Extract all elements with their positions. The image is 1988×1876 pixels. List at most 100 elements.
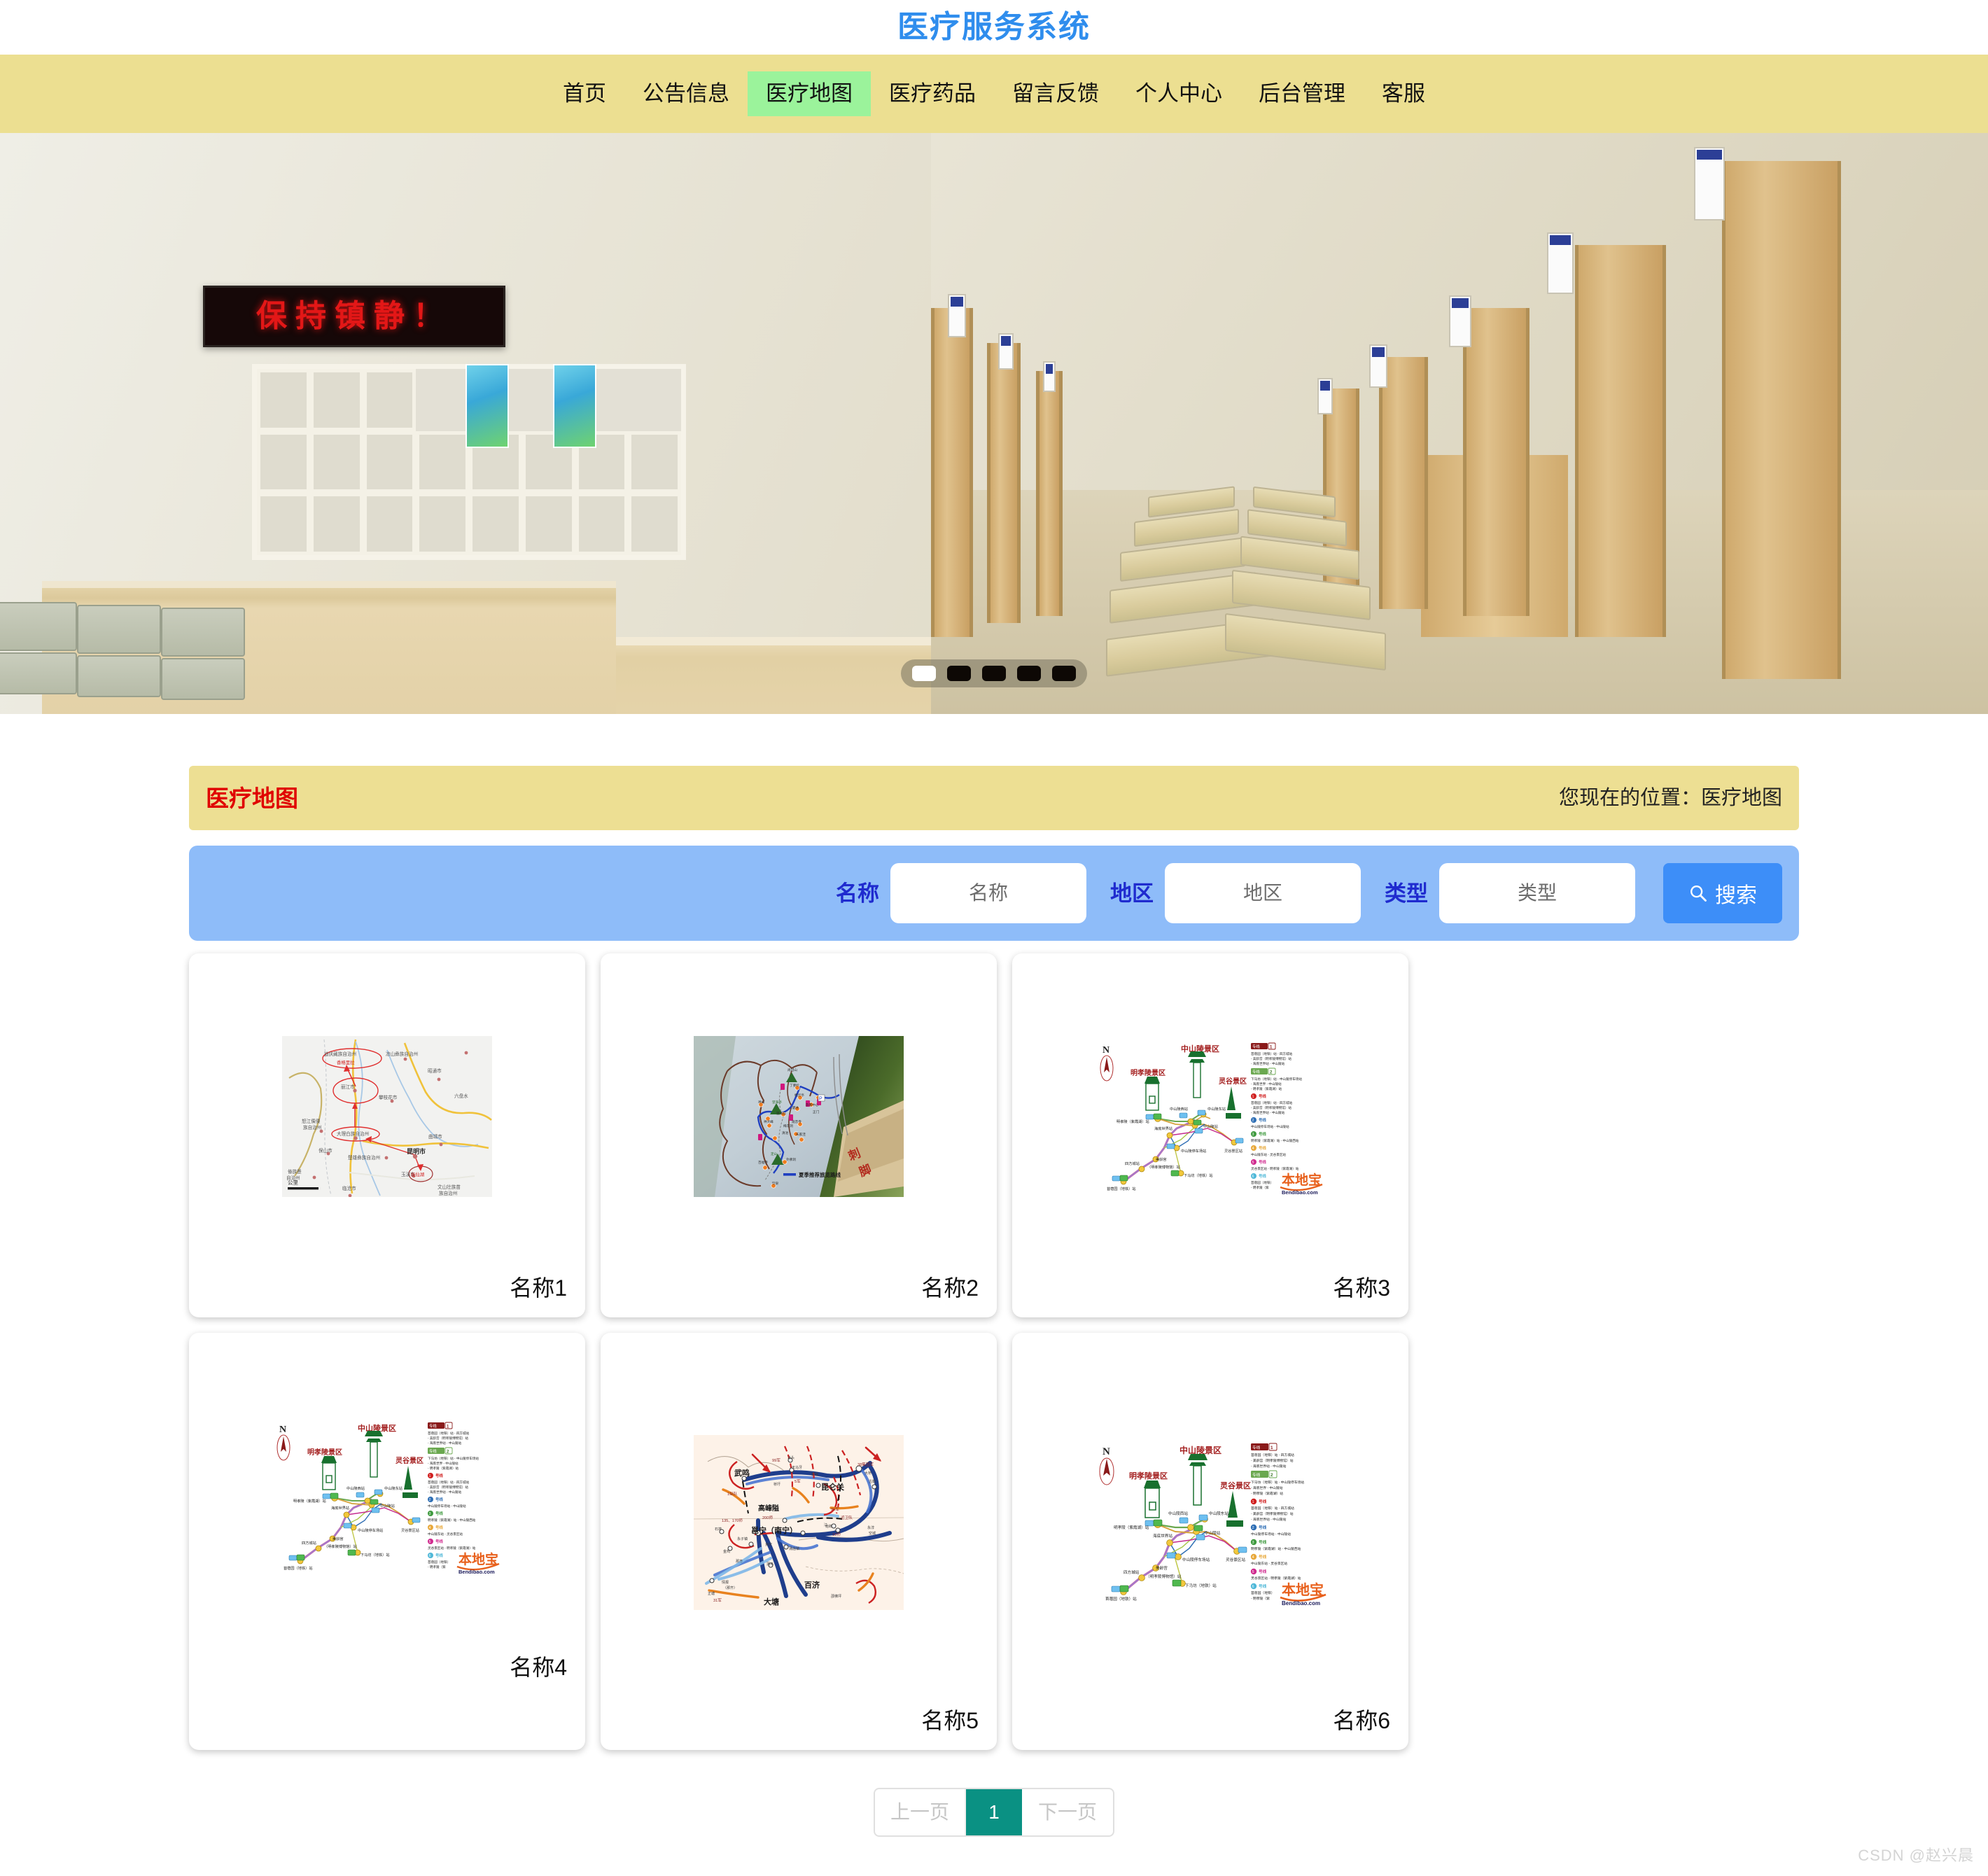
breadcrumb: 您现在的位置：医疗地图 [1558,786,1782,809]
svg-text:号线: 号线 [1259,1583,1267,1589]
map-card[interactable]: N 中山陵景区 明孝陵景区 灵谷景区 中山陵西站 中山陵东站 中山陵站 明孝陵（… [1012,1333,1408,1750]
page-root: 医疗服务系统 首页 公告信息 医疗地图 医疗药品 留言反馈 个人中心 后台管理 … [0,0,1988,1876]
svg-text:- 明孝陵（紫: - 明孝陵（紫 [1251,1185,1269,1190]
svg-text:6: 6 [1252,1175,1254,1179]
content-container: 医疗地图 您现在的位置：医疗地图 名称 地区 类型 搜索 [189,766,1799,1876]
svg-text:灵谷景区站: 灵谷景区站 [401,1527,419,1533]
svg-text:昭通市: 昭通市 [428,1068,442,1074]
svg-text:苜蓿园（地铁）站 - 四方城站: 苜蓿园（地铁）站 - 四方城站 [428,1480,470,1485]
svg-text:中山陵停车场站 - 中山陵站: 中山陵停车场站 - 中山陵站 [428,1504,466,1508]
svg-text:号线: 号线 [1259,1093,1266,1099]
svg-text:Bendibao.com: Bendibao.com [1282,1189,1318,1196]
nav-item-admin[interactable]: 后台管理 [1240,71,1364,116]
nav-item-announcements[interactable]: 公告信息 [624,71,748,116]
svg-text:（明孝陵博物馆）站: （明孝陵博物馆）站 [1146,1574,1182,1579]
svg-text:下马坊（地铁）站: 下马坊（地铁）站 [1185,1583,1217,1588]
map-card[interactable]: 刺 脚 P 尚冠山 丁婆岭 栖灵亭 神山 望海亭 望海石 神犬峰 磨井 观音寺 … [601,953,997,1317]
svg-text:磨井: 磨井 [792,1105,799,1110]
svg-text:望海亭: 望海亭 [772,1100,782,1105]
svg-text:马头: 马头 [788,1455,794,1460]
svg-text:（明孝陵博物馆）站: （明孝陵博物馆）站 [1147,1164,1180,1170]
svg-text:- 美龄宫（明孝陵博物馆）站: - 美龄宫（明孝陵博物馆）站 [1251,1056,1292,1061]
nav-item-medicines[interactable]: 医疗药品 [871,71,994,116]
svg-text:- 美龄宫（明孝陵博物馆）站: - 美龄宫（明孝陵博物馆）站 [1251,1458,1294,1463]
battle-map-graphic: 武鸣 昆仑关 高峰隘 邕宁（南宁） 百济 大塘 99军 5军 99军 135、1… [694,1435,904,1610]
svg-text:天马牙: 天马牙 [792,1465,802,1470]
svg-text:族自治州: 族自治州 [303,1124,321,1130]
svg-text:外佛洞: 外佛洞 [786,1157,796,1162]
map-card-label: 名称6 [1333,1708,1390,1733]
svg-text:大桥: 大桥 [864,1471,872,1476]
svg-text:1纵队: 1纵队 [727,1491,738,1497]
svg-text:明孝陵（紫霞湖）站: 明孝陵（紫霞湖）站 [293,1498,326,1504]
svg-text:中山陵西站: 中山陵西站 [1168,1511,1188,1516]
map-card[interactable]: 迪庆藏族自治州 凉山彝族自治州 昭通市 丽江市 攀枝花市 六盘水 怒江傈僳 族自… [189,953,585,1317]
carousel-dot-2[interactable] [947,666,971,681]
svg-text:栖灵亭: 栖灵亭 [794,1093,804,1098]
search-type-input[interactable] [1439,863,1635,923]
carousel-dot-1[interactable] [912,666,936,681]
svg-text:2: 2 [1252,1526,1254,1530]
carousel-dot-5[interactable] [1052,666,1076,681]
svg-text:Bendibao.com: Bendibao.com [1282,1600,1320,1606]
nav-item-customer-service[interactable]: 客服 [1364,71,1443,116]
nav-item-home[interactable]: 首页 [545,71,624,116]
search-button[interactable]: 搜索 [1663,863,1782,923]
svg-text:中山陵站: 中山陵站 [380,1503,395,1508]
svg-text:号线: 号线 [1259,1117,1266,1123]
svg-text:大塘: 大塘 [764,1597,779,1606]
svg-text:古勒: 古勒 [869,1479,876,1484]
search-name-input[interactable] [890,863,1086,923]
svg-text:灵谷景区: 灵谷景区 [1220,1480,1251,1490]
map-card-image: 迪庆藏族自治州 凉山彝族自治州 昭通市 丽江市 攀枝花市 六盘水 怒江傈僳 族自… [202,966,573,1267]
name-filter-label: 名称 [836,881,879,906]
hospital-interior-image: 保持镇静！ [0,133,1988,714]
svg-text:1: 1 [429,1474,431,1478]
svg-text:号线: 号线 [1259,1525,1267,1530]
room-number-sign [1449,295,1471,347]
search-icon [1690,886,1707,902]
room-number-sign [1547,232,1574,294]
svg-text:- 海底世界 - 中山陵站: - 海底世界 - 中山陵站 [428,1461,458,1466]
svg-text:N: N [1102,1045,1110,1056]
svg-text:苜蓿园（地铁）: 苜蓿园（地铁） [1251,1590,1275,1595]
pagination-next[interactable]: 下一页 [1022,1789,1113,1835]
svg-text:观音寺: 观音寺 [792,1119,802,1124]
svg-text:邵佛坪: 邵佛坪 [831,1594,841,1599]
svg-text:- 海底世界站 - 中山陵站: - 海底世界站 - 中山陵站 [428,1490,462,1494]
map-card-label: 名称5 [921,1708,979,1733]
map-card[interactable]: 武鸣 昆仑关 高峰隘 邕宁（南宁） 百济 大塘 99军 5军 99军 135、1… [601,1333,997,1750]
carousel-dot-3[interactable] [982,666,1006,681]
svg-text:4: 4 [1252,1147,1254,1151]
map-card[interactable]: N 中山陵景区 明孝陵景区 灵谷景区 中山陵西站 中山陵东站 中山陵站 明孝陵（… [1012,953,1408,1317]
svg-text:下马坊（地铁）站 - 中山陵停车场站: 下马坊（地铁）站 - 中山陵停车场站 [428,1456,479,1461]
nav-item-feedback[interactable]: 留言反馈 [994,71,1117,116]
svg-text:专线: 专线 [429,1423,437,1429]
svg-text:美龄宫: 美龄宫 [1156,1156,1167,1162]
svg-text:号线: 号线 [435,1473,443,1478]
svg-text:中山陵西站: 中山陵西站 [346,1485,365,1491]
nav-item-user-center[interactable]: 个人中心 [1117,71,1240,116]
map-card-image: N 中山陵景区 明孝陵景区 灵谷景区 中山陵西站 中山陵东站 中山陵站 明孝陵（… [202,1345,573,1646]
svg-text:曲靖市: 曲靖市 [428,1133,442,1140]
svg-text:号线: 号线 [1259,1499,1267,1504]
pagination-page-1[interactable]: 1 [966,1789,1022,1835]
room-number-sign [1317,378,1333,414]
search-region-input[interactable] [1165,863,1361,923]
hero-carousel[interactable]: 保持镇静！ [0,133,1988,714]
svg-text:（那齐）: （那齐） [723,1586,737,1590]
svg-text:石埠: 石埠 [715,1527,722,1532]
nav-item-medical-map[interactable]: 医疗地图 [748,71,871,116]
corridor-door [987,343,1021,623]
pagination-prev[interactable]: 上一页 [875,1789,966,1835]
wall-poster [465,364,509,448]
svg-text:6: 6 [429,1554,431,1558]
content-area: 医疗地图 您现在的位置：医疗地图 名称 地区 类型 搜索 [0,714,1988,1876]
svg-text:香格里拉: 香格里拉 [337,1059,355,1065]
svg-text:文山壮族苗: 文山壮族苗 [438,1184,461,1190]
map-card[interactable]: N 中山陵景区 明孝陵景区 灵谷景区 中山陵西站 中山陵东站 中山陵站 明孝陵（… [189,1333,585,1750]
carousel-dot-4[interactable] [1017,666,1041,681]
svg-text:- 美龄宫（明孝陵博物馆）站: - 美龄宫（明孝陵博物馆）站 [428,1436,468,1441]
svg-text:- 海底世界 - 中山陵站: - 海底世界 - 中山陵站 [1251,1485,1283,1490]
carousel-indicators[interactable] [901,659,1087,687]
